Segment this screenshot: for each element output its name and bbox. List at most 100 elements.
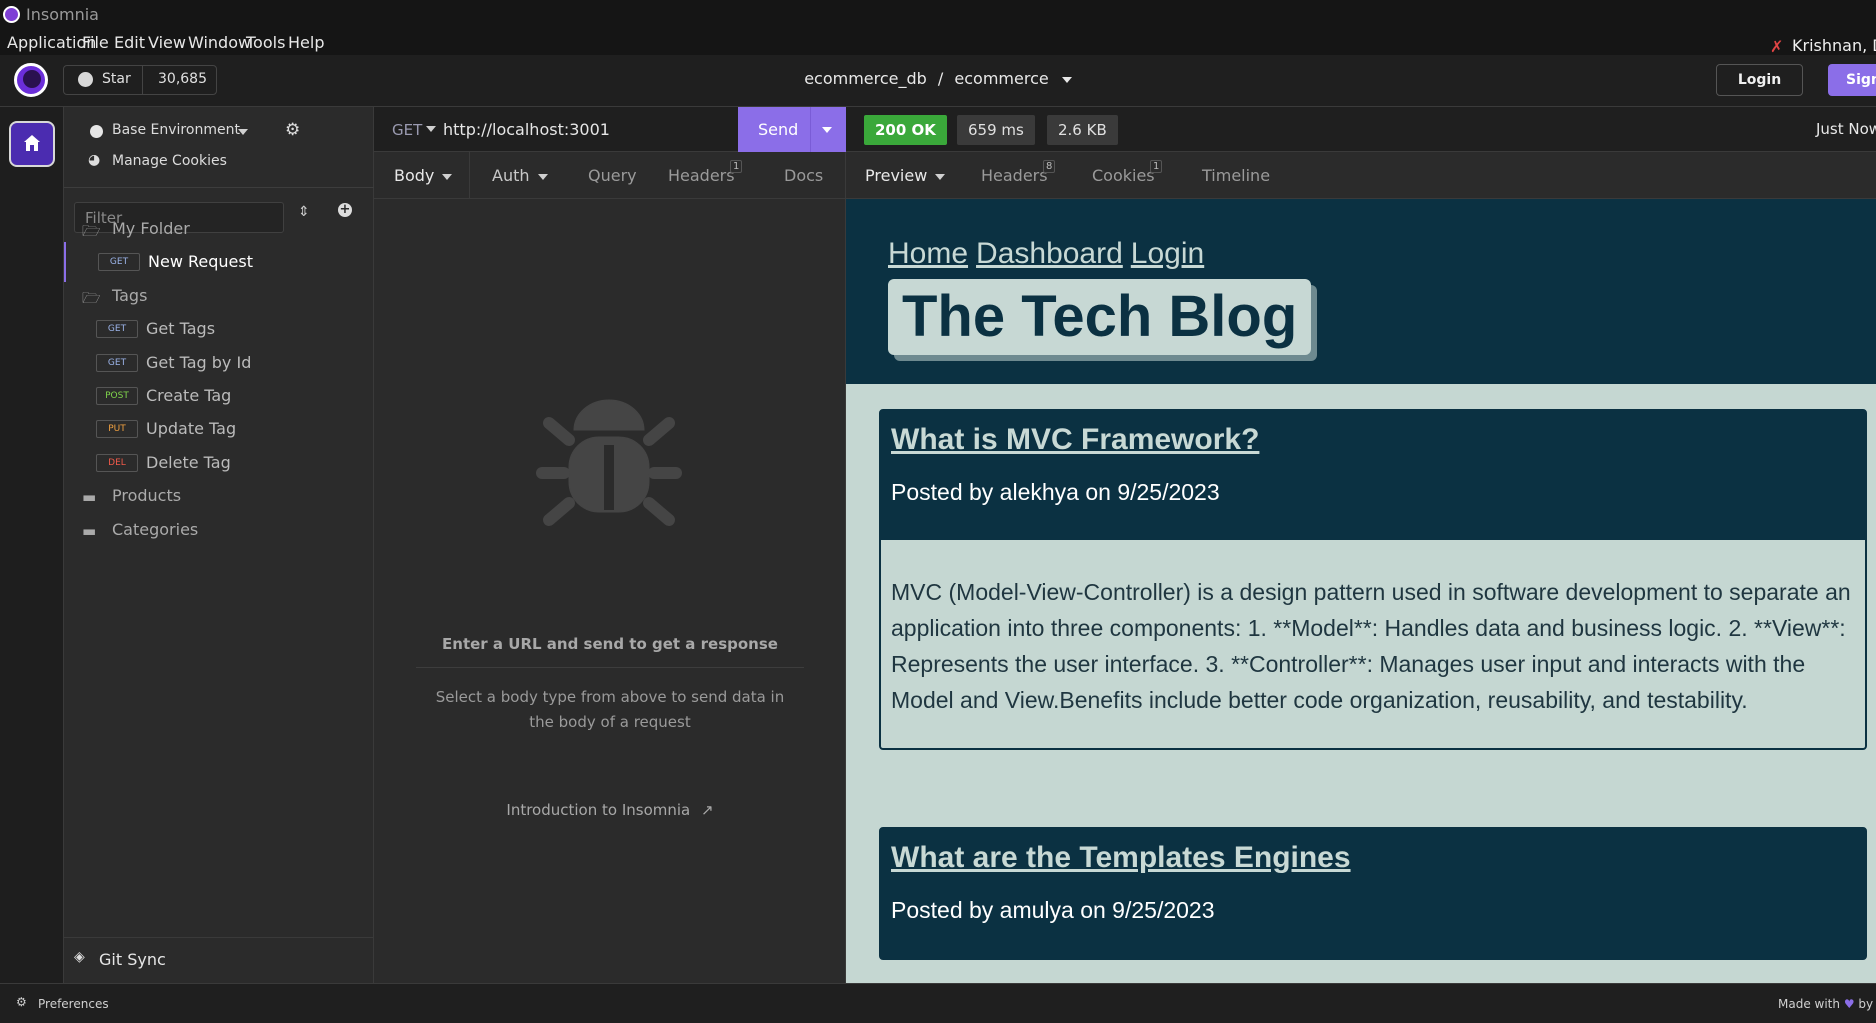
intro-link[interactable]: Introduction to Insomnia ↗ — [374, 801, 846, 819]
nav-home-link[interactable]: Home — [888, 237, 968, 270]
empty-state-title: Enter a URL and send to get a response — [442, 635, 778, 653]
blog-nav: Home Dashboard Login — [888, 237, 1212, 271]
nav-login-link[interactable]: Login — [1131, 237, 1204, 270]
manage-cookies-button[interactable]: ◕ Manage Cookies — [64, 152, 374, 174]
user-name: Krishnan, Di — [1792, 36, 1876, 55]
breadcrumb-project[interactable]: ecommerce_db — [804, 69, 927, 88]
manage-cookies-label: Manage Cookies — [112, 153, 227, 169]
top-toolbar: Star 30,685 ecommerce_db / ecommerce Log… — [0, 55, 1876, 107]
menu-view[interactable]: View — [148, 33, 186, 52]
intro-link-label: Introduction to Insomnia — [506, 801, 691, 819]
folder-label: Categories — [112, 520, 199, 539]
home-icon — [24, 135, 40, 151]
git-sync-button[interactable]: ◈ Git Sync — [64, 937, 374, 983]
method-badge: PUT — [96, 420, 138, 438]
chevron-down-icon[interactable] — [426, 126, 436, 132]
blog-title: The Tech Blog — [888, 279, 1312, 355]
folder-categories[interactable]: ▬ Categories — [64, 510, 374, 550]
request-label: Get Tag by Id — [146, 353, 252, 372]
menu-bar: Application File Edit View Window Tools … — [0, 29, 1876, 55]
cookie-icon: ◕ — [88, 152, 101, 168]
blog-post: What are the Templates Engines Posted by… — [879, 827, 1867, 960]
window-title-bar: Insomnia — [0, 0, 1876, 29]
tab-headers[interactable]: Headers 1 — [668, 160, 743, 185]
menu-window[interactable]: Window — [188, 33, 251, 52]
insomnia-logo-icon — [3, 6, 20, 23]
tab-response-headers[interactable]: Headers 8 — [981, 160, 1056, 185]
request-label: Get Tags — [146, 319, 216, 338]
request-label: Delete Tag — [146, 453, 231, 472]
request-label: New Request — [148, 252, 253, 271]
tab-timeline[interactable]: Timeline — [1202, 166, 1270, 185]
request-panel: GET http://localhost:3001 Send Body Auth… — [374, 107, 846, 983]
method-selector[interactable]: GET — [392, 121, 422, 139]
gear-icon: ⚙ — [16, 995, 27, 1009]
gear-icon[interactable]: ⚙ — [285, 120, 300, 140]
method-badge: GET — [96, 354, 138, 372]
folder-label: Tags — [112, 286, 148, 305]
window-title: Insomnia — [26, 5, 99, 24]
tab-preview[interactable]: Preview — [865, 166, 946, 185]
nav-dashboard-link[interactable]: Dashboard — [976, 237, 1123, 270]
folder-icon: ▬ — [82, 488, 97, 506]
environment-label: Base Environment — [112, 122, 240, 138]
menu-tools[interactable]: Tools — [246, 33, 285, 52]
git-icon: ◈ — [74, 949, 85, 965]
blog-header: Home Dashboard Login The Tech Blog — [846, 199, 1876, 384]
response-preview: Home Dashboard Login The Tech Blog What is… — [846, 199, 1876, 983]
method-badge: GET — [96, 320, 138, 338]
method-badge: DEL — [96, 454, 138, 472]
tab-cookies[interactable]: Cookies 1 — [1092, 160, 1163, 185]
empty-state-subtitle: Select a body type from above to send da… — [435, 688, 785, 731]
post-title-link[interactable]: What are the Templates Engines — [891, 841, 1855, 875]
preferences-button[interactable]: Preferences — [38, 997, 109, 1011]
divider — [416, 667, 804, 668]
tab-auth[interactable]: Auth — [492, 166, 548, 185]
menu-help[interactable]: Help — [288, 33, 324, 52]
sidebar: Base Environment ⚙ ◕ Manage Cookies Filt… — [64, 107, 374, 983]
menu-edit[interactable]: Edit — [114, 33, 145, 52]
menu-file[interactable]: File — [82, 33, 109, 52]
signup-button[interactable]: Sign — [1828, 64, 1876, 96]
home-button[interactable] — [9, 121, 55, 167]
folder-label: Products — [112, 486, 182, 505]
mic-muted-icon: ✗ — [1770, 37, 1784, 56]
tab-body[interactable]: Body — [394, 166, 453, 185]
response-tabs: Preview Headers 8 Cookies 1 Timeline — [846, 152, 1876, 199]
response-status-bar: 200 OK 659 ms 2.6 KB Just Now — [846, 107, 1876, 152]
blog-post: What is MVC Framework? Posted by alekhya… — [879, 409, 1867, 750]
method-badge: GET — [98, 253, 140, 271]
chevron-down-icon[interactable] — [1061, 76, 1072, 83]
send-label: Send — [758, 120, 799, 139]
environment-color-icon — [90, 125, 103, 138]
url-bar: GET http://localhost:3001 Send — [374, 107, 846, 152]
tab-query[interactable]: Query — [588, 166, 637, 185]
chevron-down-icon — [935, 173, 946, 180]
status-footer: ⚙ Preferences Made with ♥ by I — [0, 983, 1876, 1023]
tab-docs[interactable]: Docs — [784, 166, 823, 185]
made-with-credit: Made with ♥ by I — [1778, 997, 1876, 1011]
headers-count-badge: 8 — [1043, 160, 1056, 173]
response-timestamp[interactable]: Just Now — [1816, 120, 1876, 138]
environment-selector[interactable]: Base Environment ⚙ — [64, 120, 374, 143]
git-sync-label: Git Sync — [99, 950, 166, 969]
tabs-divider — [374, 198, 846, 199]
external-link-icon: ↗ — [701, 801, 714, 819]
response-time: 659 ms — [957, 115, 1035, 145]
folder-icon: ▬ — [82, 522, 97, 540]
cookies-count-badge: 1 — [1150, 160, 1163, 173]
response-size: 2.6 KB — [1047, 115, 1118, 145]
send-button[interactable]: Send — [738, 107, 846, 152]
status-badge: 200 OK — [864, 115, 947, 145]
bug-icon — [536, 399, 682, 526]
post-title-link[interactable]: What is MVC Framework? — [891, 423, 1855, 457]
chevron-down-icon[interactable] — [822, 127, 832, 133]
heart-icon: ♥ — [1843, 997, 1855, 1011]
send-divider — [810, 107, 811, 152]
left-rail — [0, 107, 64, 983]
login-button[interactable]: Login — [1716, 64, 1803, 96]
breadcrumb-collection[interactable]: ecommerce — [954, 69, 1048, 88]
chevron-down-icon — [537, 173, 548, 180]
url-input[interactable]: http://localhost:3001 — [443, 120, 610, 139]
request-label: Update Tag — [146, 419, 237, 438]
